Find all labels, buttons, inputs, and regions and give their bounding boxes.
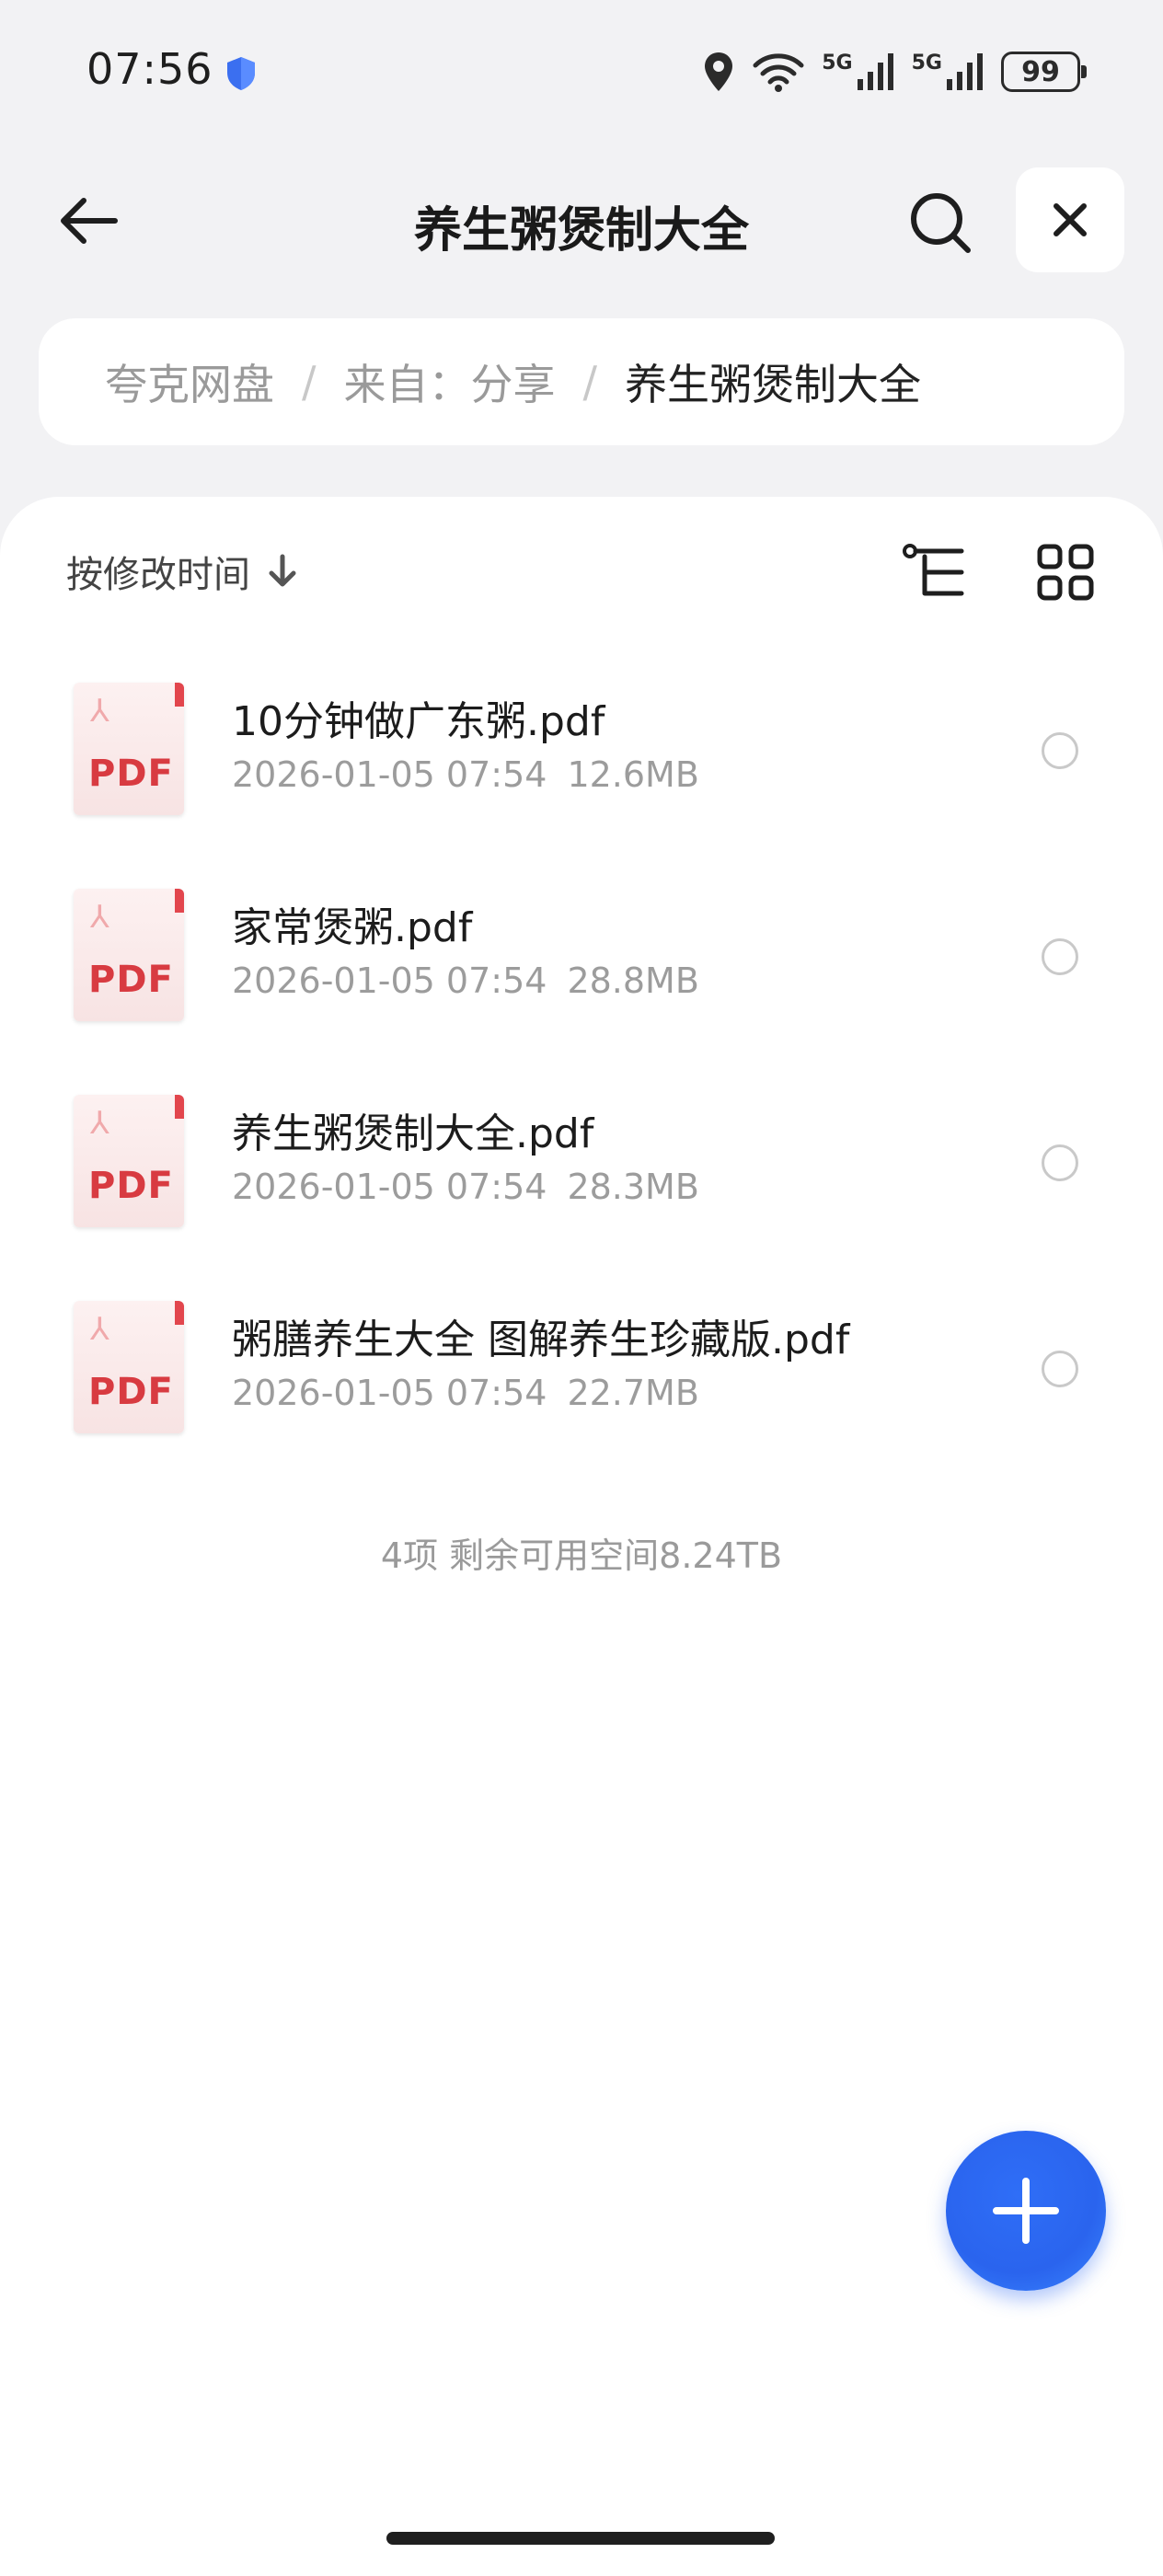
file-name: 养生粥煲制大全.pdf <box>232 1110 594 1157</box>
close-icon <box>1054 203 1087 236</box>
signal-2: 5G <box>912 52 985 92</box>
pdf-icon-label: PDF <box>88 1371 174 1413</box>
file-name: 粥膳养生大全 图解养生珍藏版.pdf <box>232 1317 850 1363</box>
file-size: 22.7MB <box>567 1373 699 1413</box>
file-meta: 2026-01-05 07:54 12.6MB <box>232 754 699 795</box>
pdf-icon-label: PDF <box>88 959 174 1001</box>
battery-icon: 99 <box>1001 52 1087 92</box>
tree-view-icon <box>903 544 964 596</box>
file-datetime: 2026-01-05 07:54 <box>232 754 547 795</box>
file-row[interactable]: ⅄ PDF 家常煲粥.pdf 2026-01-05 07:54 28.8MB <box>0 856 1163 1062</box>
file-row[interactable]: ⅄ PDF 粥膳养生大全 图解养生珍藏版.pdf 2026-01-05 07:5… <box>0 1268 1163 1474</box>
file-meta: 2026-01-05 07:54 28.3MB <box>232 1167 699 1207</box>
battery-level: 99 <box>1021 55 1060 88</box>
search-icon <box>911 193 971 253</box>
close-button[interactable] <box>1016 167 1124 272</box>
breadcrumb-separator: / <box>302 357 317 407</box>
page-title: 养生粥煲制大全 <box>413 203 749 259</box>
file-size: 28.8MB <box>567 960 699 1001</box>
breadcrumb-separator: / <box>582 357 598 407</box>
signal-icon <box>857 53 893 90</box>
sort-arrow-down-icon <box>269 554 296 587</box>
pdf-icon-label: PDF <box>88 1165 174 1207</box>
pdf-file-icon: ⅄ PDF <box>74 889 184 1021</box>
file-meta: 2026-01-05 07:54 28.8MB <box>232 960 699 1001</box>
select-radio[interactable] <box>1042 938 1078 975</box>
breadcrumb-item-share[interactable]: 来自：分享 <box>344 351 556 412</box>
home-indicator[interactable] <box>386 2532 775 2545</box>
file-name: 家常煲粥.pdf <box>232 904 473 951</box>
file-name: 10分钟做广东粥.pdf <box>232 698 605 745</box>
wifi-icon <box>753 53 804 92</box>
shield-icon <box>227 57 255 90</box>
pdf-file-icon: ⅄ PDF <box>74 683 184 815</box>
back-button[interactable] <box>52 184 125 258</box>
file-size: 12.6MB <box>567 754 699 795</box>
status-icons: 5G 5G 99 <box>702 44 1087 99</box>
file-row[interactable]: ⅄ PDF 10分钟做广东粥.pdf 2026-01-05 07:54 12.6M… <box>0 650 1163 856</box>
back-arrow-icon <box>61 198 118 244</box>
breadcrumb-item-root[interactable]: 夸克网盘 <box>105 351 274 412</box>
sort-button[interactable]: 按修改时间 <box>66 545 298 598</box>
location-icon <box>705 52 733 91</box>
file-meta: 2026-01-05 07:54 22.7MB <box>232 1373 699 1413</box>
plus-icon <box>993 2178 1059 2244</box>
storage-summary: 4项 剩余可用空间8.24TB <box>380 1535 783 1576</box>
breadcrumb-item-current: 养生粥煲制大全 <box>625 360 921 409</box>
grid-view-icon <box>1037 544 1094 601</box>
file-datetime: 2026-01-05 07:54 <box>232 1167 547 1207</box>
signal-1: 5G <box>822 52 894 92</box>
file-datetime: 2026-01-05 07:54 <box>232 960 547 1001</box>
file-datetime: 2026-01-05 07:54 <box>232 1373 547 1413</box>
select-radio[interactable] <box>1042 732 1078 769</box>
search-button[interactable] <box>902 184 979 261</box>
tree-view-button[interactable] <box>900 537 970 607</box>
file-size: 28.3MB <box>567 1167 699 1207</box>
network-type-label: 5G <box>911 52 942 75</box>
add-button[interactable] <box>946 2131 1106 2291</box>
status-time: 07:56 <box>86 44 213 94</box>
select-radio[interactable] <box>1042 1144 1078 1181</box>
select-radio[interactable] <box>1042 1351 1078 1387</box>
pdf-icon-label: PDF <box>88 753 174 795</box>
sort-label: 按修改时间 <box>66 554 250 596</box>
signal-icon <box>947 53 983 90</box>
grid-view-button[interactable] <box>1031 537 1100 607</box>
pdf-file-icon: ⅄ PDF <box>74 1095 184 1227</box>
file-row[interactable]: ⅄ PDF 养生粥煲制大全.pdf 2026-01-05 07:54 28.3MB <box>0 1062 1163 1268</box>
pdf-file-icon: ⅄ PDF <box>74 1301 184 1433</box>
breadcrumb: 夸克网盘 / 来自：分享 / 养生粥煲制大全 <box>39 318 1124 445</box>
network-type-label: 5G <box>822 52 853 75</box>
